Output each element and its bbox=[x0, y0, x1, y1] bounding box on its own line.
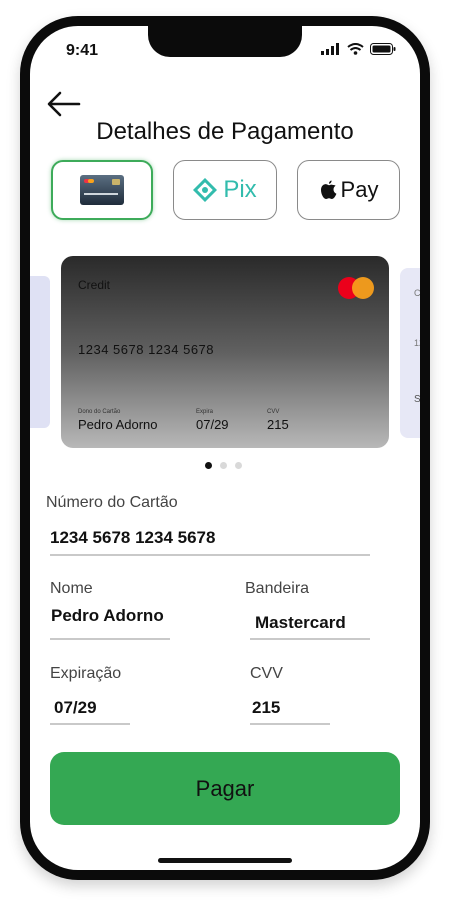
carousel-dot[interactable] bbox=[205, 462, 212, 469]
pix-icon bbox=[193, 178, 218, 202]
brand-label: Bandeira bbox=[245, 580, 310, 597]
carousel-card-previous[interactable] bbox=[30, 276, 50, 428]
status-icons bbox=[321, 43, 396, 55]
next-card-holder: S bbox=[414, 394, 420, 405]
pay-button[interactable]: Pagar bbox=[50, 752, 400, 825]
cvv-underline bbox=[250, 723, 330, 725]
screen: 9:41 Detalhes de Pagamento Pix Pay C 1 S… bbox=[30, 26, 420, 870]
card-cvv-label: CVV bbox=[267, 409, 280, 415]
card-number-field[interactable]: 1234 5678 1234 5678 bbox=[50, 528, 215, 548]
home-indicator bbox=[158, 858, 292, 863]
card-number: 1234 5678 1234 5678 bbox=[78, 342, 215, 357]
payment-method-apple-pay[interactable]: Pay bbox=[297, 160, 400, 220]
card-holder-value: Pedro Adorno bbox=[78, 417, 158, 432]
carousel-indicator bbox=[205, 462, 242, 469]
status-time: 9:41 bbox=[66, 42, 99, 59]
expiry-label: Expiração bbox=[50, 665, 122, 682]
apple-icon bbox=[320, 180, 336, 199]
battery-icon bbox=[370, 43, 396, 55]
next-card-type: C bbox=[414, 288, 420, 298]
card-holder-label: Dono do Cartão bbox=[78, 409, 121, 415]
cvv-label: CVV bbox=[250, 665, 283, 682]
wifi-icon bbox=[347, 43, 364, 55]
pix-label: Pix bbox=[223, 176, 257, 203]
card-expiry-label: Expira bbox=[196, 409, 214, 415]
credit-card-icon bbox=[80, 175, 124, 205]
card-expiry-value: 07/29 bbox=[196, 417, 229, 432]
payment-method-pix[interactable]: Pix bbox=[173, 160, 277, 220]
card-cvv-value: 215 bbox=[267, 417, 289, 432]
brand-underline bbox=[250, 638, 370, 640]
next-card-number: 12 bbox=[414, 338, 420, 348]
name-field[interactable]: Pedro Adorno bbox=[51, 606, 164, 626]
page-title: Detalhes de Pagamento bbox=[96, 118, 354, 145]
mastercard-logo bbox=[338, 277, 374, 299]
name-label: Nome bbox=[50, 580, 93, 597]
back-arrow-icon[interactable] bbox=[46, 90, 82, 118]
phone-frame: 9:41 Detalhes de Pagamento Pix Pay C 1 S… bbox=[20, 16, 430, 880]
signal-icon bbox=[321, 43, 339, 55]
carousel-card-next[interactable]: C 12 S bbox=[400, 268, 420, 438]
cvv-field[interactable]: 215 bbox=[252, 698, 280, 718]
card-number-underline bbox=[50, 554, 370, 556]
card-number-label: Número do Cartão bbox=[46, 494, 178, 511]
payment-method-card[interactable] bbox=[51, 160, 153, 220]
expiry-underline bbox=[50, 723, 130, 725]
card-type: Credit bbox=[78, 278, 111, 292]
name-underline bbox=[50, 638, 170, 640]
credit-card-preview[interactable]: Credit 1234 5678 1234 5678 Dono do Cartã… bbox=[61, 256, 389, 448]
notch bbox=[148, 26, 302, 57]
expiry-field[interactable]: 07/29 bbox=[54, 698, 97, 718]
apple-pay-label: Pay bbox=[340, 177, 379, 202]
brand-field[interactable]: Mastercard bbox=[255, 613, 346, 633]
carousel-dot[interactable] bbox=[235, 462, 242, 469]
carousel-dot[interactable] bbox=[220, 462, 227, 469]
